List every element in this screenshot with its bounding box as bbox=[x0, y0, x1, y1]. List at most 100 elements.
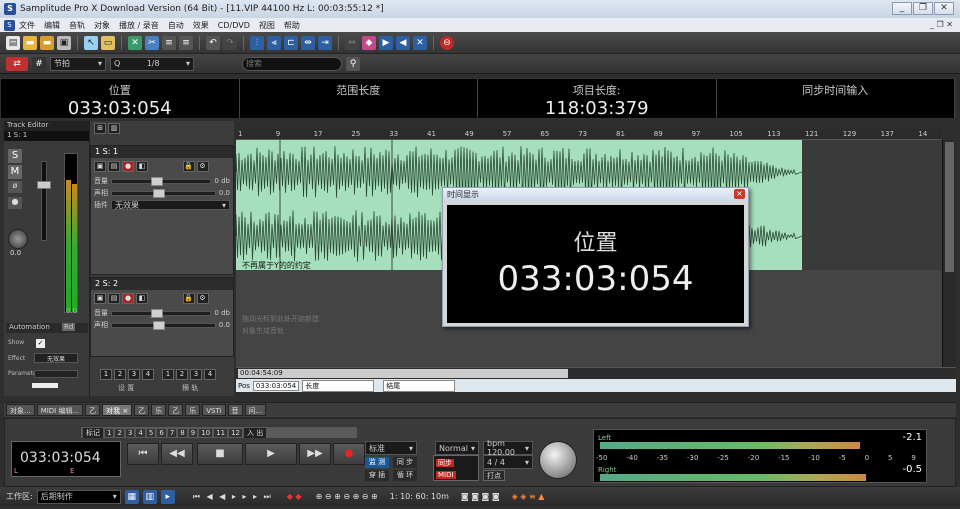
pos-field[interactable]: 033:03:054 bbox=[252, 380, 300, 391]
sync-button[interactable]: 同 步 bbox=[393, 457, 417, 468]
tab-4[interactable]: 乙 bbox=[134, 404, 150, 416]
tab-6[interactable]: 乙 bbox=[168, 404, 184, 416]
track-record-icon[interactable]: ● bbox=[122, 293, 134, 304]
track-number-buttons[interactable]: 1234 bbox=[100, 369, 156, 380]
dialog-title[interactable]: 时间显示 × bbox=[443, 188, 748, 201]
split-view-icon[interactable]: ▥ bbox=[142, 489, 157, 504]
position-cell[interactable]: 位置 033:03:054 bbox=[1, 79, 240, 119]
pan-slider[interactable] bbox=[111, 320, 216, 330]
fx-icon[interactable]: ◆ bbox=[362, 35, 376, 50]
record-button[interactable]: ● bbox=[333, 443, 365, 465]
copy-icon[interactable]: ≡ bbox=[162, 35, 176, 50]
zoom-preset-icons[interactable]: ◙ ◙ ◙ ◙ bbox=[461, 492, 500, 501]
record-arm-icon[interactable]: ⇄ bbox=[6, 56, 28, 71]
show-checkbox[interactable]: ✓ bbox=[36, 339, 45, 348]
marker-nav-icon[interactable]: ◆ ◆ bbox=[287, 492, 302, 501]
tab-objects[interactable]: 对象... bbox=[6, 404, 35, 416]
mute-object-icon[interactable]: ✕ bbox=[413, 35, 427, 50]
cursor-tool-icon[interactable]: ↖ bbox=[84, 35, 98, 50]
time-display-dialog[interactable]: 时间显示 × 位置 033:03:054 bbox=[442, 187, 749, 327]
track-solo-icon[interactable]: ▤ bbox=[108, 161, 120, 172]
track-settings-icon[interactable]: ⚙ bbox=[196, 161, 209, 172]
open-folder-icon[interactable]: ▬ bbox=[23, 35, 37, 50]
track-tool-icon[interactable]: ▥ bbox=[108, 123, 120, 134]
mute-button[interactable]: M bbox=[8, 165, 22, 179]
peak-left[interactable]: -2.1 bbox=[902, 432, 922, 443]
marker-button[interactable]: 9 bbox=[188, 428, 198, 437]
monitor-button[interactable]: 监 测 bbox=[365, 457, 389, 468]
tap-button[interactable]: 打点 bbox=[483, 470, 505, 481]
marker-button[interactable]: 2 bbox=[115, 428, 124, 437]
minimize-button[interactable]: _ bbox=[892, 2, 912, 15]
menu-cddvd[interactable]: CD/DVD bbox=[218, 21, 250, 30]
zoom-levels[interactable]: 1: 10: 60: 10m bbox=[390, 492, 449, 501]
scroll-thumb[interactable]: 00:04:54:09 bbox=[238, 369, 568, 378]
rewind-start-button[interactable]: ⏮ bbox=[127, 443, 159, 465]
track-tool-icon[interactable]: ⊞ bbox=[94, 123, 106, 134]
track-monitor-icon[interactable]: ◧ bbox=[136, 161, 148, 172]
track-2[interactable]: 2 S: 2 ▣ ▤ ● ◧ 🔒 ⚙ 音量 0 db 声相 0.0 bbox=[90, 277, 234, 357]
snap-marker-icon[interactable]: ⫷ bbox=[267, 35, 281, 50]
phase-button[interactable]: ø bbox=[8, 181, 22, 193]
track-mute-icon[interactable]: ▣ bbox=[94, 293, 106, 304]
effect-dropdown[interactable]: 无效果 bbox=[34, 353, 78, 363]
marker-button[interactable]: 10 bbox=[199, 428, 213, 437]
menu-file[interactable]: 文件 bbox=[19, 20, 35, 31]
split-icon[interactable]: ✂ bbox=[145, 35, 159, 50]
cut-icon[interactable]: ✕ bbox=[128, 35, 142, 50]
open-project-icon[interactable]: ▬ bbox=[40, 35, 54, 50]
track-solo-icon[interactable]: ▤ bbox=[108, 293, 120, 304]
menu-playback[interactable]: 播放 / 录音 bbox=[119, 20, 159, 31]
track-settings-icon[interactable]: ⚙ bbox=[196, 293, 209, 304]
app-menu-icon[interactable]: S bbox=[4, 19, 15, 31]
time-signature-field[interactable]: 4 / 4 ▾ bbox=[483, 455, 533, 469]
layout-icon[interactable]: ▦ bbox=[124, 489, 139, 504]
menu-effects[interactable]: 效果 bbox=[193, 20, 209, 31]
parameter-dropdown[interactable] bbox=[34, 370, 78, 378]
volume-fader-knob[interactable] bbox=[37, 181, 51, 189]
snap-grid-icon[interactable]: ⫶ bbox=[250, 35, 264, 50]
pan-slider[interactable] bbox=[111, 188, 216, 198]
tab-midi[interactable]: MIDI 编辑... bbox=[36, 404, 84, 416]
mode-dropdown[interactable]: 标准 ▾ bbox=[365, 441, 417, 455]
sync-panel[interactable]: 同步 MIDI bbox=[433, 455, 479, 481]
quantize-dropdown[interactable]: Q 1/8 ▾ bbox=[110, 56, 194, 71]
playlist-icon[interactable]: ▸ bbox=[160, 489, 175, 504]
volume-slider[interactable] bbox=[111, 308, 212, 318]
track-record-icon[interactable]: ● bbox=[122, 161, 134, 172]
solo-button[interactable]: S bbox=[8, 149, 22, 163]
track-selector[interactable]: 1 S: 1 bbox=[4, 131, 89, 141]
marker-button[interactable]: 12 bbox=[229, 428, 242, 437]
paste-icon[interactable]: ≡ bbox=[179, 35, 193, 50]
tab-7[interactable]: 乐 bbox=[185, 404, 201, 416]
track-monitor-icon[interactable]: ◧ bbox=[136, 293, 148, 304]
zoom-out-icon[interactable]: ⇔ bbox=[345, 35, 359, 50]
loop-button[interactable]: 循 环 bbox=[393, 470, 417, 481]
track-name[interactable]: 2 S: 2 bbox=[91, 278, 233, 290]
close-icon[interactable]: × bbox=[734, 189, 745, 199]
menu-object[interactable]: 对象 bbox=[94, 20, 110, 31]
marker-button[interactable]: 4 bbox=[136, 428, 145, 437]
track-mute-icon[interactable]: ▣ bbox=[94, 161, 106, 172]
snap-dropdown[interactable]: 节拍 ▾ bbox=[50, 56, 106, 71]
close-button[interactable]: ✕ bbox=[934, 2, 954, 15]
position-lcd[interactable]: 033:03:054 L E bbox=[11, 441, 121, 477]
peak-right[interactable]: -0.5 bbox=[902, 464, 922, 475]
marker-button[interactable]: 7 bbox=[167, 428, 177, 437]
save-icon[interactable]: ▣ bbox=[57, 35, 71, 50]
rd-button[interactable]: Rd bbox=[62, 323, 76, 331]
new-file-icon[interactable]: ▤ bbox=[6, 35, 20, 50]
menu-edit[interactable]: 编辑 bbox=[44, 20, 60, 31]
tab-vsti[interactable]: VSTi bbox=[202, 404, 226, 416]
marker-button[interactable]: 6 bbox=[157, 428, 166, 437]
normal-dropdown[interactable]: Normal ▾ bbox=[435, 441, 479, 455]
length-field[interactable]: 长度 bbox=[302, 379, 375, 392]
bpm-field[interactable]: bpm 120.00 ▾ bbox=[483, 439, 533, 457]
menu-help[interactable]: 帮助 bbox=[284, 20, 300, 31]
tab-5[interactable]: 乐 bbox=[151, 404, 167, 416]
marker-button[interactable]: 1 bbox=[105, 428, 114, 437]
fx-icons[interactable]: ◈ ◈ ≡ ▲ bbox=[512, 492, 545, 501]
jog-wheel[interactable] bbox=[539, 441, 577, 479]
marker-button[interactable]: 5 bbox=[146, 428, 156, 437]
horizontal-scrollbar[interactable]: 00:04:54:09 bbox=[236, 367, 956, 379]
